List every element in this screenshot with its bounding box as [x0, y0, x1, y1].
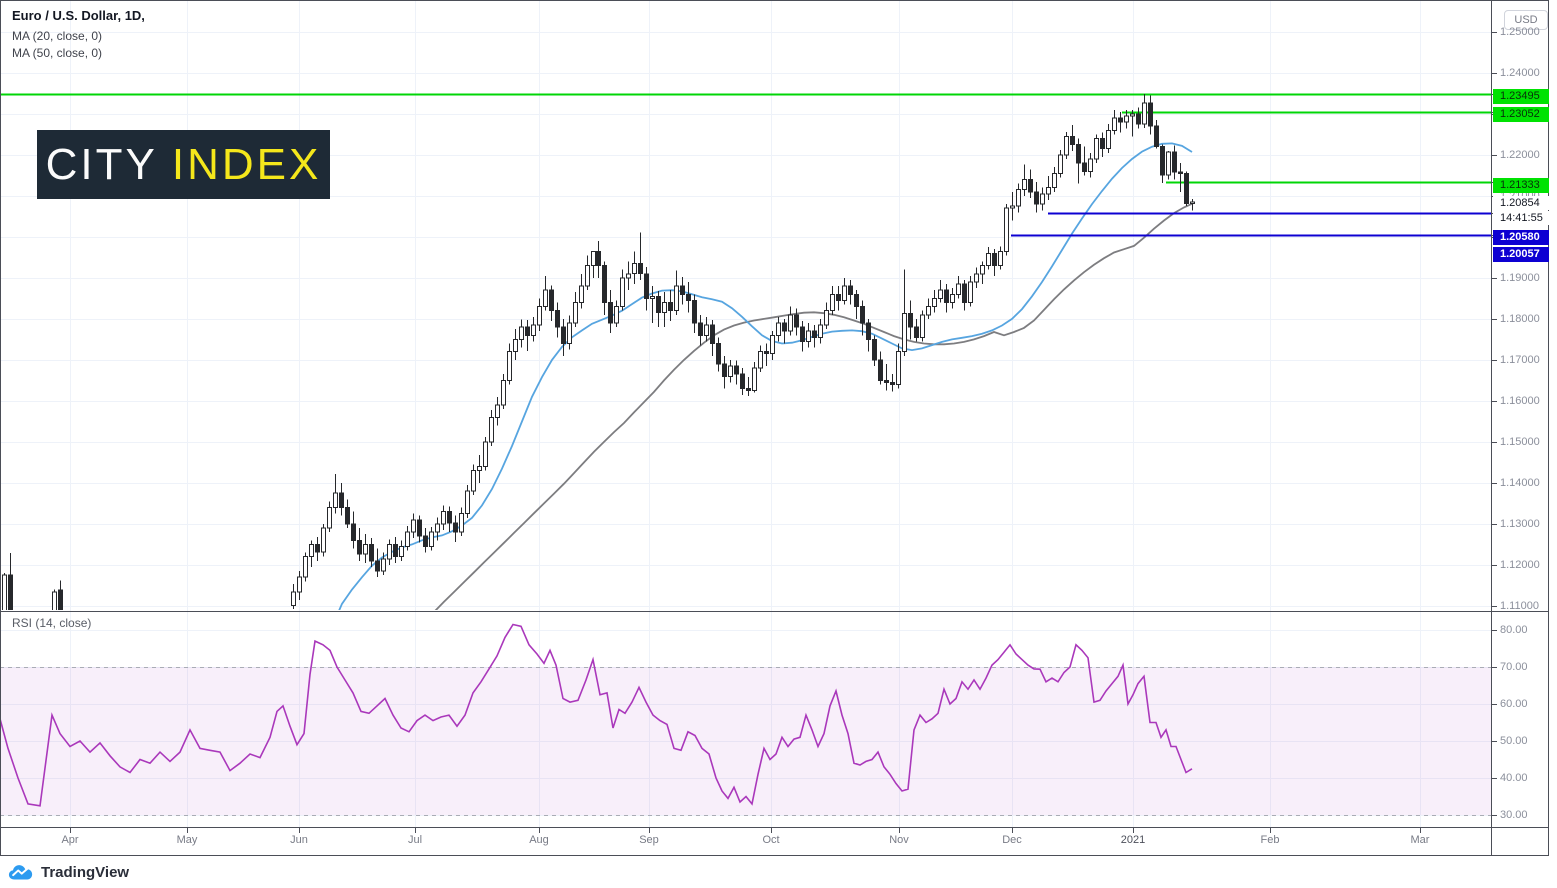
price-tick-label: 1.11000	[1500, 600, 1539, 612]
bar-countdown-label: 14:41:55	[1493, 211, 1556, 225]
rsi-band	[0, 667, 1492, 816]
rsi-tick-label: 30.00	[1500, 809, 1528, 821]
watermark-index-text: INDEX	[172, 140, 321, 190]
support-level-label: 1.20580	[1493, 230, 1549, 245]
resistance-level-label: 1.23052	[1493, 107, 1549, 122]
footer-bar: TradingView	[0, 856, 1557, 888]
tradingview-wordmark[interactable]: TradingView	[41, 864, 129, 881]
rsi-tick-label: 40.00	[1500, 772, 1528, 784]
price-tick-label: 1.16000	[1500, 395, 1540, 407]
current-price-label: 1.20854	[1493, 196, 1556, 210]
month-label: Apr	[48, 834, 92, 846]
price-tick-label: 1.25000	[1500, 26, 1540, 38]
rsi-tick-label: 80.00	[1500, 624, 1528, 636]
month-label: 2021	[1111, 834, 1155, 846]
tradingview-logo-icon[interactable]	[8, 864, 34, 881]
rsi-tick-label: 60.00	[1500, 698, 1528, 710]
month-label: Nov	[877, 834, 921, 846]
month-label: Jul	[393, 834, 437, 846]
rsi-tick-label: 70.00	[1500, 661, 1528, 673]
month-label: Aug	[517, 834, 561, 846]
price-tick-label: 1.12000	[1500, 559, 1540, 571]
price-tick-label: 1.17000	[1500, 354, 1540, 366]
price-tick-label: 1.13000	[1500, 518, 1540, 530]
rsi-tick-label: 50.00	[1500, 735, 1528, 747]
resistance-level-label: 1.23495	[1493, 89, 1549, 104]
price-tick-label: 1.22000	[1500, 149, 1540, 161]
ma20-line	[334, 143, 1192, 622]
month-label: May	[165, 834, 209, 846]
month-label: Feb	[1248, 834, 1292, 846]
price-tick-label: 1.14000	[1500, 477, 1540, 489]
month-label: Sep	[627, 834, 671, 846]
month-label: Jun	[277, 834, 321, 846]
chart-window: CITYINDEX Euro / U.S. Dollar, 1D, MA (20…	[0, 0, 1557, 888]
resistance-level-label: 1.21333	[1493, 178, 1549, 193]
month-label: Dec	[990, 834, 1034, 846]
price-tick-label: 1.18000	[1500, 313, 1540, 325]
price-tick-label: 1.24000	[1500, 67, 1540, 79]
month-label: Mar	[1398, 834, 1442, 846]
price-tick-label: 1.15000	[1500, 436, 1540, 448]
support-level-label: 1.20057	[1493, 247, 1549, 262]
watermark-city-text: CITY	[46, 140, 158, 190]
price-tick-label: 1.19000	[1500, 272, 1540, 284]
month-label: Oct	[749, 834, 793, 846]
city-index-watermark: CITY INDEX	[37, 130, 330, 199]
